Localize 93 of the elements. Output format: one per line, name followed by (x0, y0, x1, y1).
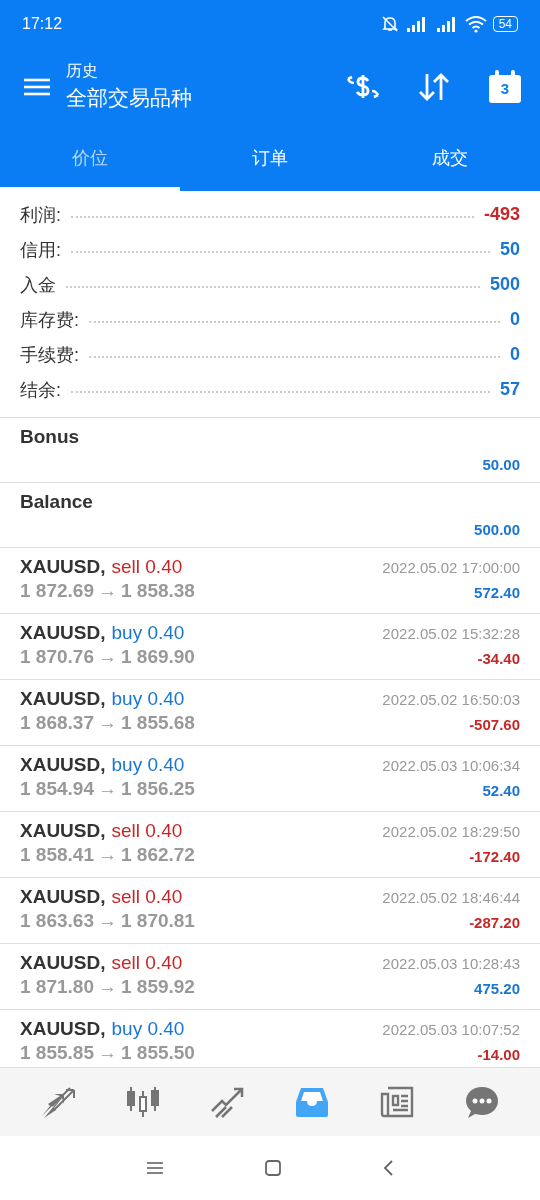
summary-label: 利润: (20, 203, 61, 227)
deal-profit: -172.40 (469, 848, 520, 865)
open-price: 1 855.85 (20, 1042, 94, 1064)
battery-level: 54 (492, 16, 518, 32)
deal-time: 2022.05.02 18:29:50 (382, 823, 520, 840)
newspaper-icon (379, 1086, 414, 1118)
open-price: 1 863.63 (20, 910, 94, 932)
menu-icon[interactable] (24, 76, 50, 97)
recents-icon[interactable] (146, 1161, 164, 1175)
order-type: buy 0.40 (111, 1018, 185, 1040)
close-price: 1 859.92 (120, 976, 195, 998)
arrow: → (97, 910, 117, 932)
deal-time: 2022.05.02 17:00:00 (382, 559, 520, 576)
close-price: 1 870.81 (120, 910, 195, 932)
symbol: XAUUSD, (20, 1018, 106, 1040)
summary-value: 500 (489, 274, 520, 295)
deal-time: 2022.05.02 16:50:03 (382, 691, 520, 708)
symbol: XAUUSD, (20, 622, 106, 644)
deal-time: 2022.05.03 10:06:34 (382, 757, 520, 774)
arrow: → (97, 646, 117, 668)
deal-profit: 572.40 (474, 584, 520, 601)
deal-time: 2022.05.03 10:28:43 (382, 955, 520, 972)
open-price: 1 854.94 (20, 778, 94, 800)
candlestick-icon (126, 1085, 160, 1119)
tab[interactable]: 价位 (0, 125, 180, 191)
operation-amount: 500.00 (474, 521, 520, 538)
double-arrow-icon (40, 1086, 77, 1118)
arrow: → (97, 712, 117, 734)
app-subtitle: 历史 (66, 61, 99, 81)
tab[interactable]: 成交 (360, 125, 540, 191)
symbol: XAUUSD, (20, 820, 106, 842)
summary-label: 手续费: (20, 343, 79, 367)
summary-value: 50 (499, 239, 520, 260)
order-type: sell 0.40 (111, 820, 183, 842)
wifi-icon (464, 15, 487, 33)
summary-label: 结余: (20, 378, 61, 402)
inbox-icon (295, 1086, 330, 1118)
trend-lines-icon (209, 1085, 246, 1119)
summary-value: 0 (510, 309, 520, 330)
tab[interactable]: 订单 (180, 125, 360, 191)
symbol: XAUUSD, (20, 556, 106, 578)
arrow: → (97, 1042, 117, 1064)
close-price: 1 855.50 (120, 1042, 195, 1064)
arrow: → (97, 778, 117, 800)
deal-profit: -34.40 (477, 650, 520, 667)
operation-name: Bonus (20, 426, 81, 448)
summary-value: 0 (510, 344, 520, 365)
back-icon[interactable] (382, 1159, 394, 1177)
symbol: XAUUSD, (20, 886, 106, 908)
order-type: sell 0.40 (111, 952, 183, 974)
order-type: sell 0.40 (111, 886, 183, 908)
arrow: → (97, 580, 117, 602)
operation-name: Balance (20, 491, 94, 513)
open-price: 1 868.37 (20, 712, 94, 734)
summary-label: 库存费: (20, 308, 79, 332)
open-price: 1 858.41 (20, 844, 94, 866)
deal-profit: 475.20 (474, 980, 520, 997)
close-price: 1 858.38 (120, 580, 195, 602)
deal-profit: -507.60 (469, 716, 520, 733)
calendar-day: 3 (488, 79, 522, 97)
chat-bubble-icon (464, 1085, 499, 1119)
sort-icon[interactable] (418, 71, 450, 102)
operation-amount: 50.00 (482, 456, 520, 473)
close-price: 1 862.72 (120, 844, 195, 866)
open-price: 1 871.80 (20, 976, 94, 998)
symbol: XAUUSD, (20, 754, 106, 776)
app-title: 全部交易品种 (66, 85, 193, 111)
arrow: → (97, 976, 117, 998)
close-price: 1 855.68 (120, 712, 195, 734)
order-type: buy 0.40 (111, 622, 185, 644)
arrow: → (97, 844, 117, 866)
symbol: XAUUSD, (20, 688, 106, 710)
summary-value: -493 (483, 204, 520, 225)
muted-bell-icon (380, 15, 399, 33)
home-icon[interactable] (264, 1159, 282, 1177)
symbol: XAUUSD, (20, 952, 106, 974)
open-price: 1 872.69 (20, 580, 94, 602)
deal-time: 2022.05.02 15:32:28 (382, 625, 520, 642)
close-price: 1 869.90 (120, 646, 195, 668)
deal-time: 2022.05.03 10:07:52 (382, 1021, 520, 1038)
summary-value: 57 (499, 379, 520, 400)
summary-label: 信用: (20, 238, 61, 262)
deal-profit: 52.40 (482, 782, 520, 799)
deal-profit: -14.00 (477, 1046, 520, 1063)
order-type: sell 0.40 (111, 556, 183, 578)
deal-time: 2022.05.02 18:46:44 (382, 889, 520, 906)
summary-label: 入金 (20, 273, 56, 297)
order-type: buy 0.40 (111, 688, 185, 710)
close-price: 1 856.25 (120, 778, 195, 800)
status-time: 17:12 (22, 15, 63, 33)
open-price: 1 870.76 (20, 646, 94, 668)
order-type: buy 0.40 (111, 754, 185, 776)
deal-profit: -287.20 (469, 914, 520, 931)
